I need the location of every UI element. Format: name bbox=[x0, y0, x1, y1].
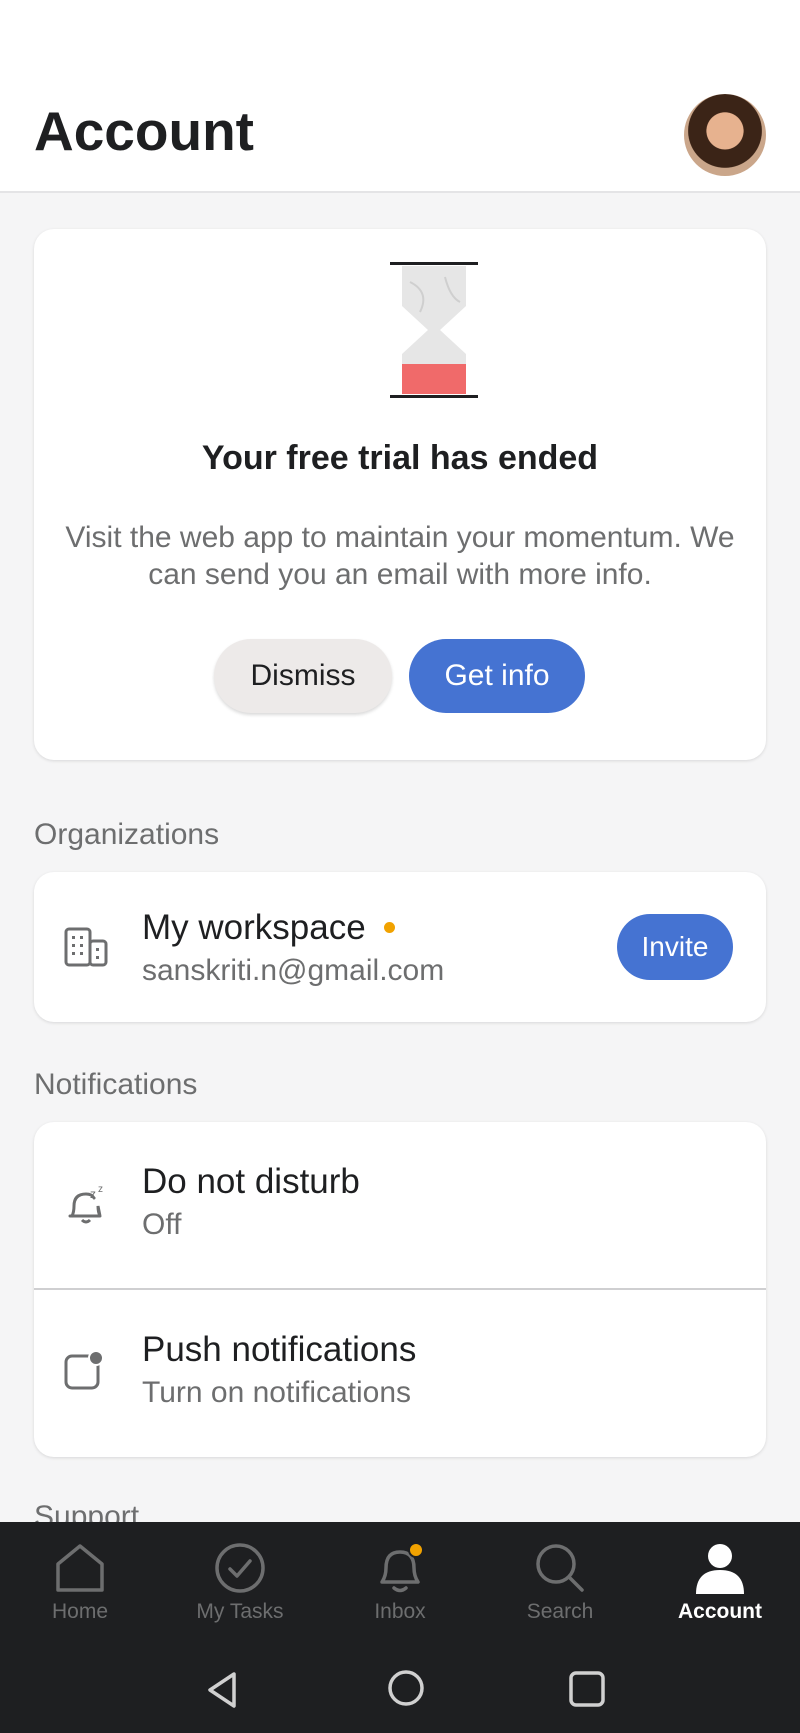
push-notifications-value: Turn on notifications bbox=[142, 1376, 412, 1409]
bottom-nav: Home My Tasks Inbox Search Account bbox=[0, 1522, 800, 1733]
workspace-row[interactable]: My workspace sanskriti.n@gmail.com Invit… bbox=[34, 872, 766, 1022]
push-notifications-title: Push notifications bbox=[142, 1330, 417, 1369]
search-icon bbox=[536, 1544, 584, 1592]
bell-snooze-icon: z z bbox=[68, 1184, 103, 1224]
trial-message: Visit the web app to maintain your momen… bbox=[65, 521, 735, 591]
nav-label-search: Search bbox=[526, 1600, 594, 1623]
nav-item-inbox[interactable]: Inbox bbox=[320, 1542, 480, 1652]
nav-item-search[interactable]: Search bbox=[480, 1542, 640, 1652]
do-not-disturb-row[interactable]: z z Do not disturb Off bbox=[34, 1122, 766, 1288]
page-title: Account bbox=[34, 100, 254, 162]
status-bar bbox=[0, 0, 800, 70]
nav-label-account: Account bbox=[678, 1600, 762, 1623]
nav-label-inbox: Inbox bbox=[374, 1600, 426, 1623]
do-not-disturb-value: Off bbox=[142, 1208, 182, 1241]
bell-icon bbox=[380, 1542, 424, 1593]
avatar[interactable] bbox=[684, 94, 766, 176]
home-system-icon[interactable] bbox=[386, 1668, 426, 1708]
nav-item-account[interactable]: Account bbox=[640, 1542, 800, 1652]
notifications-card: z z Do not disturb Off Push notification… bbox=[34, 1122, 766, 1457]
organizations-heading: Organizations bbox=[34, 818, 220, 851]
dismiss-button[interactable]: Dismiss bbox=[214, 639, 392, 713]
home-icon bbox=[56, 1544, 104, 1592]
trial-ended-card: Your free trial has ended Visit the web … bbox=[34, 229, 766, 760]
nav-item-home[interactable]: Home bbox=[0, 1542, 160, 1652]
workspace-name: My workspace bbox=[142, 908, 366, 947]
hourglass-icon bbox=[390, 262, 478, 398]
person-icon bbox=[696, 1544, 744, 1594]
workspace-status-dot bbox=[384, 922, 395, 933]
nav-label-my-tasks: My Tasks bbox=[196, 1600, 284, 1623]
workspace-email: sanskriti.n@gmail.com bbox=[142, 954, 445, 987]
push-notifications-row[interactable]: Push notifications Turn on notifications bbox=[34, 1290, 766, 1457]
back-icon[interactable] bbox=[204, 1670, 240, 1710]
recents-icon[interactable] bbox=[568, 1670, 606, 1708]
svg-text:z: z bbox=[98, 1184, 103, 1195]
nav-item-my-tasks[interactable]: My Tasks bbox=[160, 1542, 320, 1652]
trial-title: Your free trial has ended bbox=[201, 439, 599, 477]
notification-badge-icon bbox=[64, 1350, 104, 1390]
app-header: Account bbox=[0, 70, 800, 193]
do-not-disturb-title: Do not disturb bbox=[142, 1162, 360, 1201]
invite-button[interactable]: Invite bbox=[617, 914, 733, 980]
building-icon bbox=[64, 927, 108, 967]
svg-text:z: z bbox=[90, 1187, 96, 1201]
check-circle-icon bbox=[215, 1543, 265, 1593]
nav-label-home: Home bbox=[51, 1600, 109, 1623]
notifications-heading: Notifications bbox=[34, 1068, 198, 1101]
get-info-button[interactable]: Get info bbox=[409, 639, 585, 713]
